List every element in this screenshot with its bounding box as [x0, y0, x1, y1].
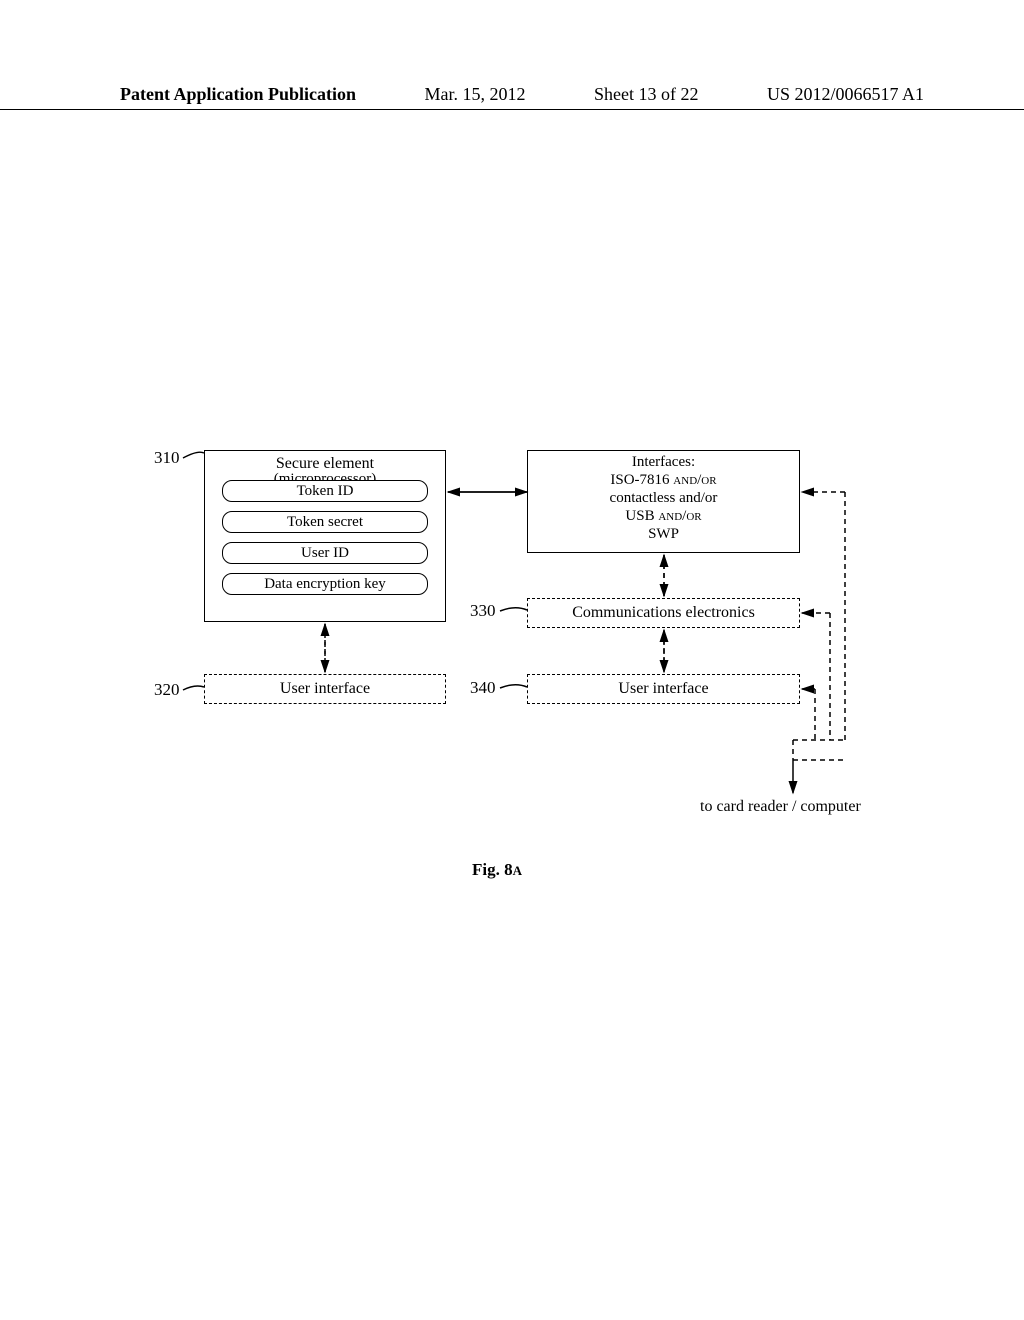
output-label: to card reader / computer	[700, 798, 861, 816]
publication-date: Mar. 15, 2012	[425, 84, 526, 105]
ref-330: 330	[470, 601, 496, 621]
connectors-overlay	[0, 0, 1024, 1320]
sheet-number: Sheet 13 of 22	[594, 84, 698, 105]
publication-number: US 2012/0066517 A1	[767, 84, 924, 105]
user-interface-left-box: User interface	[204, 674, 446, 704]
ref-340: 340	[470, 678, 496, 698]
page-header: Patent Application Publication Mar. 15, …	[0, 84, 1024, 110]
interfaces-box: Interfaces: ISO-7816 and/or contactless …	[527, 450, 800, 553]
interfaces-line4: USB and/or	[528, 507, 799, 525]
publication-label: Patent Application Publication	[120, 84, 356, 105]
interfaces-line1: Interfaces:	[528, 453, 799, 471]
communications-electronics-box: Communications electronics	[527, 598, 800, 628]
secure-element-box: Secure element (microprocessor)	[204, 450, 446, 622]
interfaces-line2: ISO-7816 and/or	[528, 471, 799, 489]
ref-310: 310	[154, 448, 180, 468]
user-interface-right-box: User interface	[527, 674, 800, 704]
user-id-pill: User ID	[222, 542, 428, 564]
data-encryption-key-pill: Data encryption key	[222, 573, 428, 595]
token-id-pill: Token ID	[222, 480, 428, 502]
figure-caption: Fig. 8A	[472, 860, 522, 880]
token-secret-pill: Token secret	[222, 511, 428, 533]
interfaces-line3: contactless and/or	[528, 489, 799, 507]
ref-320: 320	[154, 680, 180, 700]
interfaces-line5: SWP	[528, 525, 799, 543]
